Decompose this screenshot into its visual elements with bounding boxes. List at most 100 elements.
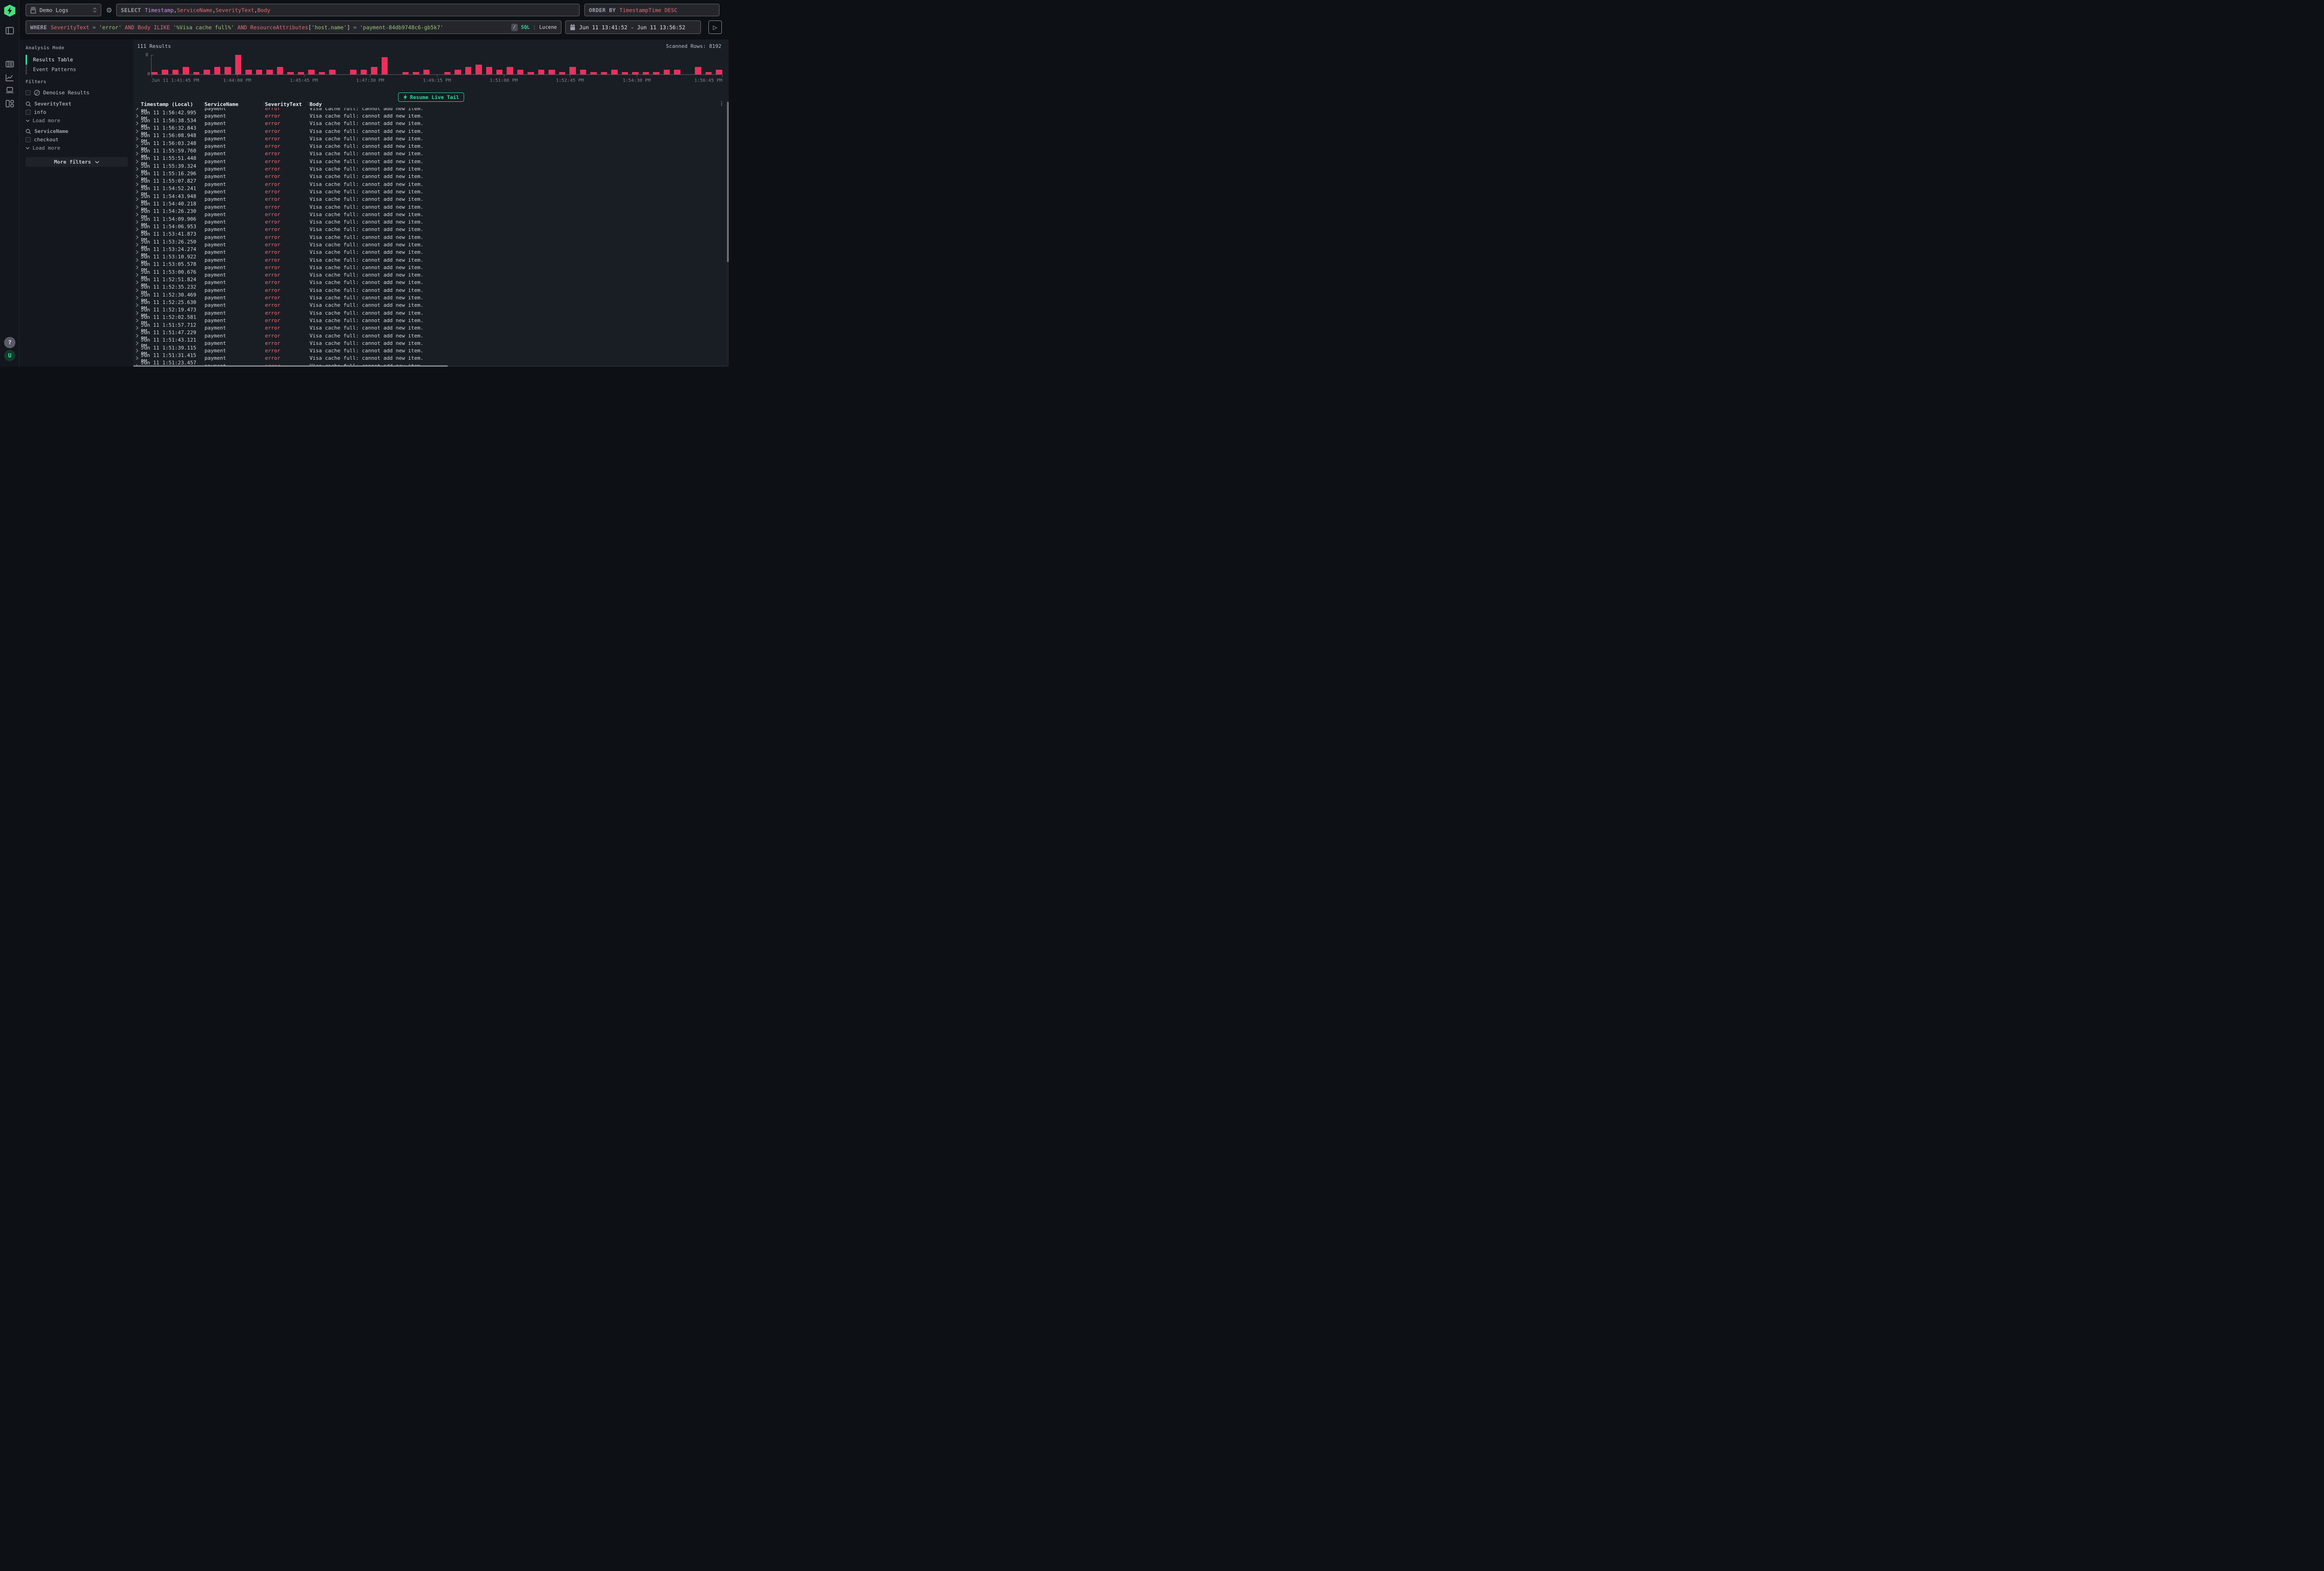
mode-results-table[interactable]: Results Table — [26, 55, 129, 65]
hyperdx-logo[interactable] — [4, 5, 15, 17]
row-expand-chevron-icon[interactable] — [133, 273, 141, 277]
load-more-severitytext[interactable]: Load more — [26, 118, 60, 124]
table-row[interactable]: Jun 11 1:51:31.415 PMpaymenterrorVisa ca… — [133, 355, 726, 362]
search-logs-icon[interactable] — [6, 61, 14, 69]
table-row[interactable]: Jun 11 1:52:51.824 PMpaymenterrorVisa ca… — [133, 279, 726, 286]
row-expand-chevron-icon[interactable] — [133, 167, 141, 171]
histogram-bar[interactable] — [716, 70, 722, 75]
column-header-severitytext[interactable]: SeverityText — [265, 101, 310, 108]
table-row[interactable]: Jun 11 1:52:30.469 PMpaymenterrorVisa ca… — [133, 294, 726, 301]
column-resize-handle[interactable]: ⋮ — [201, 101, 206, 106]
table-row[interactable]: Jun 11 1:52:02.581 PMpaymenterrorVisa ca… — [133, 317, 726, 324]
column-header-body[interactable]: Body — [310, 101, 726, 108]
checkout-checkbox[interactable] — [26, 137, 31, 142]
histogram-bar[interactable] — [496, 70, 502, 75]
table-row[interactable]: Jun 11 1:51:57.712 PMpaymenterrorVisa ca… — [133, 324, 726, 332]
column-header-servicename[interactable]: ServiceName — [205, 101, 265, 108]
chart-explorer-icon[interactable] — [6, 74, 14, 82]
client-sessions-icon[interactable] — [6, 87, 14, 95]
table-row[interactable]: Jun 11 1:54:06.953 PMpaymenterrorVisa ca… — [133, 226, 726, 233]
filter-option-checkout[interactable]: checkout — [26, 137, 59, 143]
histogram-bar[interactable] — [455, 70, 461, 75]
row-expand-chevron-icon[interactable] — [133, 159, 141, 164]
histogram-bar[interactable] — [214, 67, 220, 74]
row-expand-chevron-icon[interactable] — [133, 174, 141, 178]
load-more-servicename[interactable]: Load more — [26, 145, 60, 151]
table-row[interactable]: Jun 11 1:51:47.229 PMpaymenterrorVisa ca… — [133, 332, 726, 339]
histogram-bar[interactable] — [245, 70, 251, 75]
collapse-sidebar-icon[interactable] — [6, 27, 14, 35]
search-icon[interactable] — [26, 101, 31, 107]
histogram-bar[interactable] — [329, 70, 335, 75]
histogram-bar[interactable] — [361, 70, 367, 75]
vertical-scrollbar-thumb[interactable] — [727, 102, 729, 262]
histogram-bar[interactable] — [548, 70, 555, 75]
help-button[interactable]: ? — [4, 337, 15, 348]
row-expand-chevron-icon[interactable] — [133, 152, 141, 156]
histogram-bar[interactable] — [580, 70, 586, 75]
more-filters-button[interactable]: More filters — [26, 157, 128, 167]
lucene-mode-toggle[interactable]: Lucene — [539, 25, 557, 30]
table-row[interactable]: Jun 11 1:52:19.473 PMpaymenterrorVisa ca… — [133, 309, 726, 317]
table-row[interactable]: Jun 11 1:55:39.324 PMpaymenterrorVisa ca… — [133, 165, 726, 172]
histogram-bar[interactable] — [423, 70, 429, 75]
where-query-input[interactable]: WHERE SeverityText = 'error' AND Body IL… — [26, 20, 561, 34]
table-row[interactable]: Jun 11 1:54:26.230 PMpaymenterrorVisa ca… — [133, 211, 726, 218]
table-row[interactable]: Jun 11 1:54:40.218 PMpaymenterrorVisa ca… — [133, 203, 726, 211]
histogram-bar[interactable] — [172, 70, 178, 75]
table-row[interactable]: Jun 11 1:56:38.534 PMpaymenterrorVisa ca… — [133, 120, 726, 127]
row-expand-chevron-icon[interactable] — [133, 197, 141, 201]
table-row[interactable]: Jun 11 1:53:00.676 PMpaymenterrorVisa ca… — [133, 271, 726, 279]
histogram-bar[interactable] — [475, 65, 482, 74]
date-range-picker[interactable]: Jun 11 13:41:52 - Jun 11 13:56:52 — [565, 20, 701, 34]
table-row[interactable]: Jun 11 1:55:59.760 PMpaymenterrorVisa ca… — [133, 150, 726, 158]
histogram-bar[interactable] — [350, 70, 356, 75]
table-row[interactable]: Jun 11 1:55:07.827 PMpaymenterrorVisa ca… — [133, 180, 726, 188]
row-expand-chevron-icon[interactable] — [133, 243, 141, 247]
histogram-bar[interactable] — [224, 67, 231, 74]
table-row[interactable]: Jun 11 1:52:25.630 PMpaymenterrorVisa ca… — [133, 302, 726, 309]
row-expand-chevron-icon[interactable] — [133, 258, 141, 262]
table-row[interactable]: Jun 11 1:51:43.121 PMpaymenterrorVisa ca… — [133, 339, 726, 347]
table-row[interactable]: Jun 11 1:51:39.115 PMpaymenterrorVisa ca… — [133, 347, 726, 355]
row-expand-chevron-icon[interactable] — [133, 205, 141, 209]
row-expand-chevron-icon[interactable] — [133, 121, 141, 125]
mode-event-patterns[interactable]: Event Patterns — [26, 65, 129, 74]
table-row[interactable]: Jun 11 1:56:42.995 PMpaymenterrorVisa ca… — [133, 112, 726, 119]
histogram-bar[interactable] — [183, 67, 189, 74]
table-row[interactable]: Jun 11 1:55:51.448 PMpaymenterrorVisa ca… — [133, 158, 726, 165]
row-expand-chevron-icon[interactable] — [133, 212, 141, 217]
histogram-bar[interactable] — [204, 70, 210, 75]
table-row[interactable]: Jun 11 1:52:35.232 PMpaymenterrorVisa ca… — [133, 286, 726, 294]
histogram-bar[interactable] — [256, 70, 262, 75]
table-row[interactable]: Jun 11 1:53:26.250 PMpaymenterrorVisa ca… — [133, 241, 726, 248]
histogram-bar[interactable] — [266, 70, 272, 75]
row-expand-chevron-icon[interactable] — [133, 341, 141, 345]
row-expand-chevron-icon[interactable] — [133, 318, 141, 323]
row-expand-chevron-icon[interactable] — [133, 265, 141, 270]
horizontal-scrollbar[interactable] — [133, 365, 726, 367]
histogram-bar[interactable] — [695, 67, 701, 74]
table-row[interactable]: Jun 11 1:53:10.922 PMpaymenterrorVisa ca… — [133, 256, 726, 264]
row-expand-chevron-icon[interactable] — [133, 303, 141, 307]
row-expand-chevron-icon[interactable] — [133, 311, 141, 315]
horizontal-scrollbar-thumb[interactable] — [133, 365, 448, 367]
table-row[interactable]: Jun 11 1:54:09.906 PMpaymenterrorVisa ca… — [133, 218, 726, 225]
row-expand-chevron-icon[interactable] — [133, 114, 141, 118]
select-query-input[interactable]: SELECT Timestamp, ServiceName, SeverityT… — [116, 4, 580, 16]
row-expand-chevron-icon[interactable] — [133, 220, 141, 224]
histogram-bar[interactable] — [162, 70, 168, 75]
histogram-bar[interactable] — [382, 57, 388, 74]
sql-mode-toggle[interactable]: SQL — [521, 25, 530, 30]
table-row[interactable]: Jun 11 1:53:41.873 PMpaymenterrorVisa ca… — [133, 233, 726, 241]
search-icon[interactable] — [26, 129, 31, 134]
row-expand-chevron-icon[interactable] — [133, 326, 141, 330]
histogram-bar[interactable] — [371, 67, 377, 74]
column-header-timestamp[interactable]: Timestamp (Local) — [141, 101, 205, 108]
table-row[interactable]: Jun 11 1:56:32.843 PMpaymenterrorVisa ca… — [133, 127, 726, 135]
histogram-bar[interactable] — [611, 70, 617, 75]
row-expand-chevron-icon[interactable] — [133, 137, 141, 141]
histogram-bar[interactable] — [538, 70, 544, 75]
row-expand-chevron-icon[interactable] — [133, 227, 141, 231]
order-by-input[interactable]: ORDER BY TimestampTime DESC — [584, 4, 720, 16]
